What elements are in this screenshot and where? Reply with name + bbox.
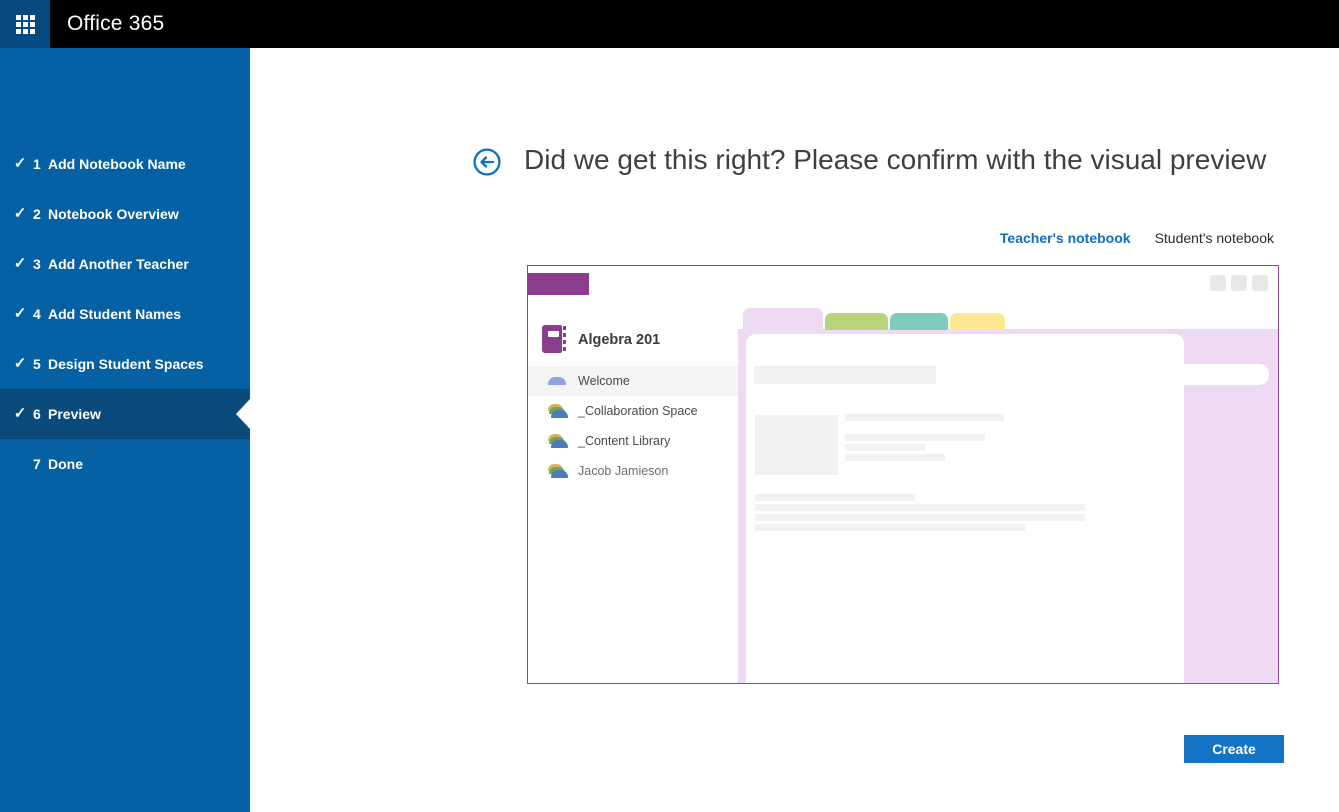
app-launcher-button[interactable] [0,0,50,48]
text-line-placeholder [845,434,985,441]
back-arrow-icon [473,148,501,176]
section-label: Jacob Jamieson [578,464,669,478]
notebook-title: Algebra 201 [578,332,661,348]
sidebar-step-2[interactable]: ✓ 2 Notebook Overview [0,189,250,239]
section-tab-teal [890,313,948,330]
step-label: Done [48,456,83,472]
step-number: 4 [33,306,41,322]
app-title: Office 365 [67,12,165,35]
section-label: Welcome [578,374,630,388]
check-icon: ✓ [13,305,27,322]
notebook-preview: Algebra 201 Welcome _Collaboration Space… [527,265,1279,684]
step-number: 5 [33,356,41,372]
notebook-view-tabs: Teacher's notebook Student's notebook [1000,230,1274,246]
page-title-placeholder [754,366,936,384]
section-row-content-library: _Content Library [528,426,738,456]
check-icon: ✓ [13,205,27,222]
tab-students-notebook[interactable]: Student's notebook [1155,230,1274,246]
sidebar-step-3[interactable]: ✓ 3 Add Another Teacher [0,239,250,289]
toolbar-buttons-placeholder [1210,275,1268,291]
section-row-welcome: Welcome [528,366,738,396]
text-line-placeholder [845,414,1004,421]
step-label: Add Notebook Name [48,156,186,172]
notebook-icon [542,325,568,355]
text-line-placeholder [845,444,925,451]
top-bar: Office 365 [0,0,1339,48]
step-label: Notebook Overview [48,206,179,222]
create-button[interactable]: Create [1184,735,1284,763]
text-line-placeholder [755,514,1085,521]
page: Office 365 ✓ 1 Add Notebook Name ✓ 2 Not… [0,0,1339,812]
section-tab-green [825,313,888,330]
image-placeholder [755,415,838,475]
text-line-placeholder [755,494,915,501]
back-button[interactable] [473,148,501,176]
sidebar-step-6-active[interactable]: ✓ 6 Preview [0,389,250,439]
section-tab-yellow [950,313,1005,330]
section-tab-active [743,308,823,330]
app-launcher-icon [15,14,35,34]
sidebar-step-7[interactable]: 7 Done [0,439,250,489]
step-number: 1 [33,156,41,172]
step-number: 6 [33,406,41,422]
section-icon [548,376,570,388]
check-icon: ✓ [13,355,27,372]
step-label: Add Another Teacher [48,256,189,272]
section-label: _Content Library [578,434,671,448]
step-number: 2 [33,206,41,222]
section-label: _Collaboration Space [578,404,698,418]
step-number: 3 [33,256,41,272]
wizard-sidebar: ✓ 1 Add Notebook Name ✓ 2 Notebook Overv… [0,48,250,812]
page-title: Did we get this right? Please confirm wi… [524,144,1267,175]
section-group-icon [548,464,570,478]
check-icon: ✓ [13,405,27,422]
sidebar-step-5[interactable]: ✓ 5 Design Student Spaces [0,339,250,389]
text-line-placeholder [755,504,1085,511]
step-label: Design Student Spaces [48,356,204,372]
step-label: Add Student Names [48,306,182,322]
sidebar-step-4[interactable]: ✓ 4 Add Student Names [0,289,250,339]
page-list-item-placeholder [1168,364,1269,385]
sidebar-step-1[interactable]: ✓ 1 Add Notebook Name [0,139,250,189]
check-icon: ✓ [13,255,27,272]
tab-teachers-notebook[interactable]: Teacher's notebook [1000,230,1131,246]
ribbon-placeholder [528,273,589,295]
section-row-collaboration-space: _Collaboration Space [528,396,738,426]
step-number: 7 [33,456,41,472]
section-row-jacob-jamieson: Jacob Jamieson [528,456,738,486]
check-icon: ✓ [13,155,27,172]
step-label: Preview [48,406,101,422]
text-line-placeholder [755,524,1025,531]
text-line-placeholder [845,454,945,461]
section-group-icon [548,404,570,418]
check-icon [10,439,30,489]
section-group-icon [548,434,570,448]
